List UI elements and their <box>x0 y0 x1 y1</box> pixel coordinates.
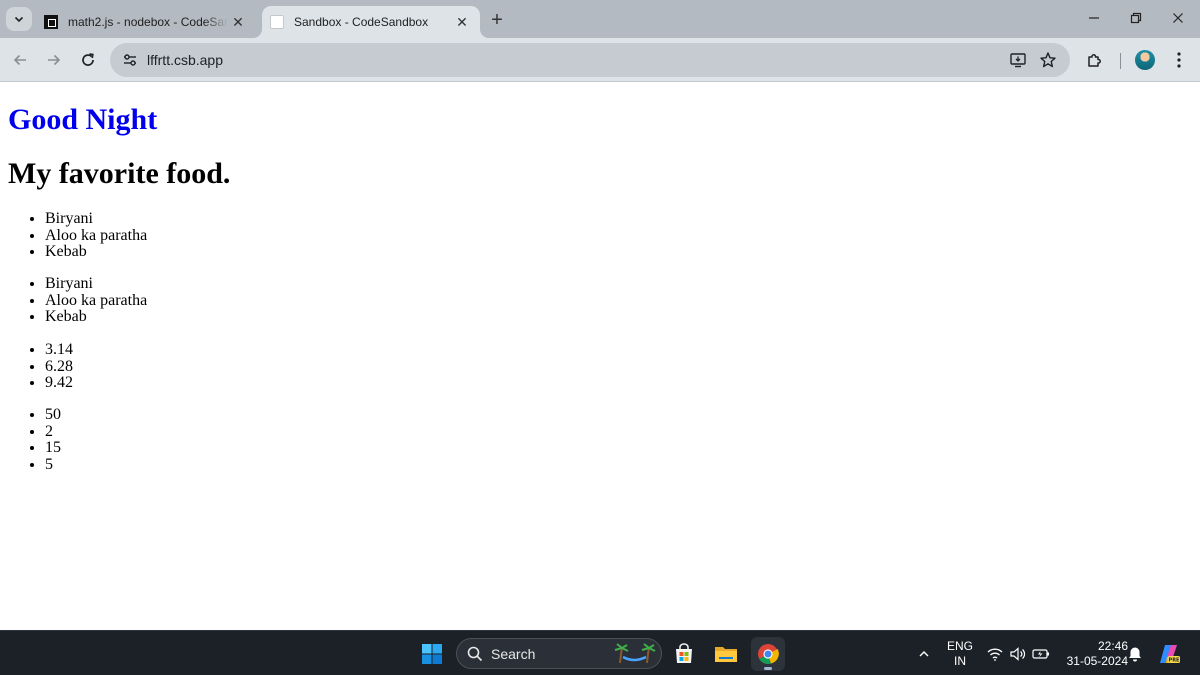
list-item: 6.28 <box>45 358 73 376</box>
store-icon[interactable] <box>667 637 701 671</box>
wifi-icon[interactable] <box>984 637 1006 671</box>
taskbar-search-box[interactable]: Search <box>456 638 662 669</box>
tab-strip: math2.js - nodebox - CodeSandbox ✕ Sandb… <box>0 0 1200 38</box>
list-item: 50 <box>45 406 61 424</box>
list-item: Biryani <box>45 275 147 293</box>
blank-favicon-icon <box>270 15 284 29</box>
copilot-icon[interactable]: PRE <box>1154 637 1184 671</box>
list-item: Biryani <box>45 210 147 228</box>
site-info-icon[interactable] <box>118 48 142 72</box>
toolbar-separator <box>1120 53 1121 69</box>
reload-icon[interactable] <box>76 48 100 72</box>
extensions-icon[interactable] <box>1084 49 1106 71</box>
more-menu-icon[interactable] <box>1168 49 1190 71</box>
tab-sandbox[interactable]: Sandbox - CodeSandbox ✕ <box>262 6 480 38</box>
browser-toolbar: lffrtt.csb.app <box>0 38 1200 82</box>
bell-icon[interactable] <box>1124 637 1146 671</box>
list-item: Kebab <box>45 309 147 326</box>
address-bar[interactable]: lffrtt.csb.app <box>110 43 1070 77</box>
food-list-2: Biryani Aloo ka paratha Kebab <box>45 275 147 326</box>
list-item: Kebab <box>45 244 147 261</box>
tab-math2[interactable]: math2.js - nodebox - CodeSandbox ✕ <box>34 6 256 38</box>
profile-avatar[interactable] <box>1135 50 1155 70</box>
install-app-icon[interactable] <box>1008 50 1028 70</box>
codesandbox-favicon-icon <box>44 15 58 29</box>
tab-close-icon[interactable]: ✕ <box>228 12 248 32</box>
list-item: 2 <box>45 423 61 441</box>
list-item: Aloo ka paratha <box>45 227 147 245</box>
tab-title: Sandbox - CodeSandbox <box>294 15 429 29</box>
clock-date: 31-05-2024 <box>1066 654 1128 668</box>
food-list-1: Biryani Aloo ka paratha Kebab <box>45 210 147 261</box>
number-list-1: 3.14 6.28 9.42 <box>45 341 73 392</box>
clock-time: 22:46 <box>1097 639 1128 653</box>
close-window-icon[interactable] <box>1164 6 1192 30</box>
tab-search-icon[interactable] <box>6 7 32 31</box>
list-item: Aloo ka paratha <box>45 292 147 310</box>
page-viewport: Good Night My favorite food. Biryani Alo… <box>0 83 1200 630</box>
search-highlight-icon <box>614 643 656 664</box>
list-item: 9.42 <box>45 375 73 392</box>
restore-icon[interactable] <box>1122 6 1150 30</box>
forward-arrow-icon[interactable] <box>42 48 66 72</box>
windows-taskbar: Search ENG IN 22:46 31-05-2024 PRE <box>0 630 1200 675</box>
svg-text:PRE: PRE <box>1169 658 1181 664</box>
favorite-food-heading: My favorite food. <box>8 157 231 190</box>
battery-icon[interactable] <box>1030 637 1052 671</box>
search-label: Search <box>491 646 536 662</box>
windows-start-icon[interactable] <box>415 637 449 671</box>
list-item: 15 <box>45 440 61 457</box>
good-night-heading: Good Night <box>8 103 158 136</box>
chrome-icon[interactable] <box>751 637 785 671</box>
number-list-2: 50 2 15 5 <box>45 406 61 474</box>
search-icon <box>467 646 483 662</box>
clock[interactable]: 22:46 31-05-2024 <box>1060 639 1128 669</box>
list-item: 3.14 <box>45 341 73 359</box>
volume-icon[interactable] <box>1007 637 1029 671</box>
input-language[interactable]: ENG IN <box>944 639 976 669</box>
region-code: IN <box>954 654 966 668</box>
tab-title: math2.js - nodebox - CodeSandbox <box>68 15 228 29</box>
chevron-up-icon[interactable] <box>907 637 941 671</box>
list-item: 5 <box>45 456 61 474</box>
file-explorer-icon[interactable] <box>709 637 743 671</box>
minimize-icon[interactable] <box>1080 6 1108 30</box>
tab-close-icon[interactable]: ✕ <box>452 12 472 32</box>
url-text[interactable]: lffrtt.csb.app <box>147 52 223 68</box>
bookmark-star-icon[interactable] <box>1038 50 1058 70</box>
back-arrow-icon[interactable] <box>8 48 32 72</box>
language-code: ENG <box>946 639 973 653</box>
new-tab-button[interactable]: + <box>486 9 508 31</box>
